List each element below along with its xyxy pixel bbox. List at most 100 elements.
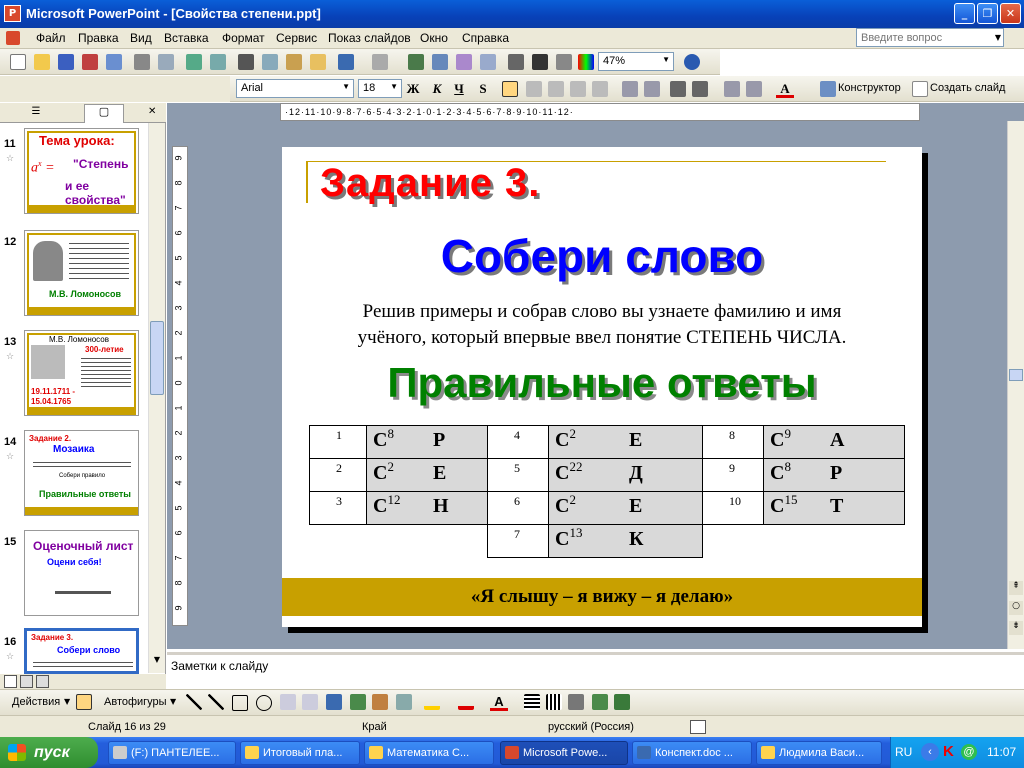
save-icon[interactable] bbox=[58, 54, 74, 70]
taskbar-item-folder3[interactable]: Людмила Васи... bbox=[756, 741, 882, 765]
slide-thumbnail-15[interactable]: Оценочный лист Оцени себя! bbox=[24, 530, 139, 616]
close-icon[interactable]: ✕ bbox=[148, 106, 162, 120]
previous-slide-icon[interactable]: ⇞ bbox=[1009, 581, 1023, 595]
redo-icon[interactable] bbox=[372, 54, 388, 70]
color-grayscale-icon[interactable] bbox=[578, 54, 594, 70]
help-icon[interactable] bbox=[684, 54, 700, 70]
chevron-down-icon[interactable]: ▼ bbox=[342, 82, 350, 91]
numbering-icon[interactable] bbox=[622, 81, 638, 97]
powerpoint-app-icon[interactable]: P bbox=[4, 5, 21, 22]
email-icon[interactable] bbox=[106, 54, 122, 70]
spelling-icon[interactable] bbox=[186, 54, 202, 70]
menu-format[interactable]: Формат bbox=[222, 31, 265, 45]
decrease-font-icon[interactable] bbox=[692, 81, 708, 97]
menu-insert[interactable]: Вставка bbox=[164, 31, 209, 45]
shadow-button[interactable]: S bbox=[474, 80, 492, 98]
show-formatting-icon[interactable] bbox=[532, 54, 548, 70]
slide-thumbnail-11[interactable]: Тема урока: ax = "Степень и ее свойства" bbox=[24, 128, 139, 214]
menu-view[interactable]: Вид bbox=[130, 31, 152, 45]
slide-thumbnail-14[interactable]: Задание 2. Мозаика Собери правило Правил… bbox=[24, 430, 139, 516]
slides-pane-scrollbar[interactable]: ▼ bbox=[148, 123, 165, 673]
permission-icon[interactable] bbox=[82, 54, 98, 70]
outline-tab-icon[interactable]: ☰ bbox=[22, 106, 50, 120]
clipart-icon[interactable] bbox=[372, 694, 388, 710]
print-preview-icon[interactable] bbox=[158, 54, 174, 70]
expand-icon[interactable] bbox=[508, 54, 524, 70]
new-document-icon[interactable] bbox=[10, 54, 26, 70]
spelling-status-icon[interactable] bbox=[690, 720, 706, 734]
messenger-icon[interactable]: @ bbox=[961, 744, 977, 760]
rectangle-icon[interactable] bbox=[232, 695, 248, 711]
document-icon[interactable] bbox=[6, 31, 20, 45]
answers-table[interactable]: 1 С8 Р 4 С2 Е 8 С9 А 2 С2 Е 5 С22 Д 9 С8 Р 3 С… bbox=[309, 425, 905, 558]
diagram-icon[interactable] bbox=[350, 694, 366, 710]
undo-icon[interactable] bbox=[338, 54, 354, 70]
language-indicator[interactable]: RU bbox=[895, 745, 912, 759]
bullets-icon[interactable] bbox=[644, 81, 660, 97]
slide-sorter-icon[interactable] bbox=[20, 675, 33, 688]
taskbar-item-powerpoint[interactable]: Microsoft Powe... bbox=[500, 741, 628, 765]
close-button[interactable]: ✕ bbox=[1000, 3, 1021, 24]
arrow-icon[interactable] bbox=[208, 694, 224, 710]
help-search-input[interactable] bbox=[856, 28, 1004, 47]
align-center-icon[interactable] bbox=[526, 81, 542, 97]
fill-color-icon[interactable] bbox=[424, 694, 440, 710]
taskbar-item-folder1[interactable]: Итоговый пла... bbox=[240, 741, 360, 765]
insert-table-icon[interactable] bbox=[432, 54, 448, 70]
font-color-icon[interactable]: A bbox=[490, 693, 508, 711]
taskbar-item-folder2[interactable]: Математика С... bbox=[364, 741, 494, 765]
chevron-down-icon[interactable]: ▼ bbox=[662, 55, 670, 64]
designer-icon[interactable] bbox=[820, 81, 836, 97]
menu-edit[interactable]: Правка bbox=[78, 31, 119, 45]
align-left-icon[interactable] bbox=[502, 81, 518, 97]
designer-button[interactable]: Конструктор bbox=[838, 82, 901, 94]
oval-icon[interactable] bbox=[256, 695, 272, 711]
justify-icon[interactable] bbox=[570, 81, 586, 97]
slide-body-line1[interactable]: Решив примеры и собрав слово вы узнаете … bbox=[282, 301, 922, 323]
slide-footer-quote[interactable]: «Я слышу – я вижу – я делаю» bbox=[282, 578, 922, 616]
chevron-down-icon[interactable]: ▼ bbox=[992, 30, 1004, 45]
start-button[interactable]: пуск bbox=[0, 737, 98, 768]
slide-thumbnail-13[interactable]: М.В. Ломоносов 300-летие 19.11.1711 - 15… bbox=[24, 330, 139, 416]
font-name-select[interactable]: Arial ▼ bbox=[236, 79, 354, 98]
columns-icon[interactable] bbox=[592, 81, 608, 97]
slide-thumbnail-16-selected[interactable]: Задание 3. Собери слово bbox=[24, 628, 139, 674]
3d-style-icon[interactable] bbox=[614, 694, 630, 710]
paste-icon[interactable] bbox=[286, 54, 302, 70]
taskbar-item-drive[interactable]: (F:) ПАНТЕЛЕЕ... bbox=[108, 741, 236, 765]
line-color-icon[interactable] bbox=[458, 694, 474, 710]
grid-icon[interactable] bbox=[556, 54, 572, 70]
zoom-select[interactable]: 47% ▼ bbox=[598, 52, 674, 71]
slides-tab-icon[interactable]: ▢ bbox=[84, 104, 124, 123]
normal-view-icon[interactable] bbox=[4, 675, 17, 688]
decrease-indent-icon[interactable] bbox=[724, 81, 740, 97]
picture-icon[interactable] bbox=[396, 694, 412, 710]
slide-canvas[interactable]: Задание 3. Собери слово Решив примеры и … bbox=[282, 147, 922, 627]
chevron-down-icon[interactable]: ▼ bbox=[170, 697, 176, 706]
select-object-icon[interactable]: ○ bbox=[1009, 601, 1023, 615]
font-size-select[interactable]: 18 ▼ bbox=[358, 79, 402, 98]
maximize-button[interactable]: ❐ bbox=[977, 3, 998, 24]
minimize-button[interactable]: _ bbox=[954, 3, 975, 24]
antivirus-icon[interactable]: K bbox=[943, 743, 957, 761]
increase-indent-icon[interactable] bbox=[746, 81, 762, 97]
menu-tools[interactable]: Сервис bbox=[276, 31, 317, 45]
menu-help[interactable]: Справка bbox=[462, 31, 509, 45]
vertical-textbox-icon[interactable] bbox=[302, 694, 318, 710]
new-slide-icon[interactable] bbox=[912, 81, 928, 97]
editor-scrollbar[interactable]: ⇞ ○ ⇟ bbox=[1007, 121, 1024, 649]
arrow-style-icon[interactable] bbox=[568, 694, 584, 710]
scroll-thumb[interactable] bbox=[1009, 369, 1023, 381]
answers-title[interactable]: Правильные ответы bbox=[282, 359, 922, 407]
slide-body-line2[interactable]: учёного, который впервые ввел понятие СТ… bbox=[282, 327, 922, 349]
line-icon[interactable] bbox=[186, 694, 202, 710]
insert-hyperlink-icon[interactable] bbox=[480, 54, 496, 70]
title-bar[interactable]: P Microsoft PowerPoint - [Свойства степе… bbox=[0, 0, 1024, 28]
slideshow-icon[interactable] bbox=[36, 675, 49, 688]
menu-window[interactable]: Окно bbox=[420, 31, 448, 45]
scroll-thumb[interactable] bbox=[150, 321, 164, 395]
font-color-icon[interactable]: A bbox=[776, 80, 794, 98]
chevron-left-icon[interactable]: ‹ bbox=[921, 743, 939, 761]
next-slide-icon[interactable]: ⇟ bbox=[1009, 621, 1023, 635]
chevron-down-icon[interactable]: ▼ bbox=[390, 82, 398, 91]
